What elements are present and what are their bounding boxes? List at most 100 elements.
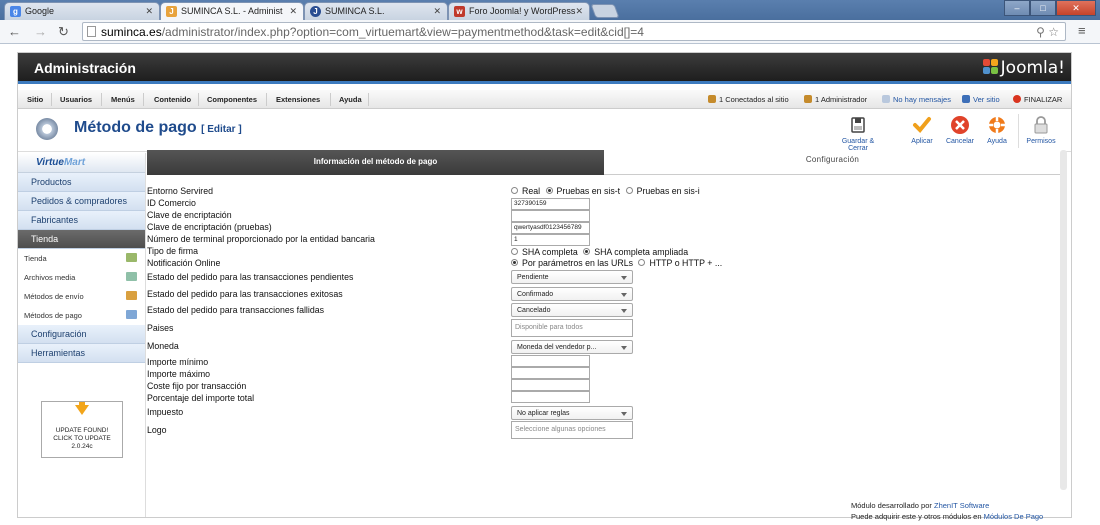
minimize-button[interactable]: –: [1004, 0, 1030, 16]
fallidas-select[interactable]: Cancelado: [511, 303, 633, 317]
help-button[interactable]: Ayuda: [983, 115, 1011, 145]
label-paises: Paises: [147, 323, 174, 333]
page-header: Método de pago [ Editar ] Guardar & Cerr…: [18, 110, 1071, 152]
label-impuesto: Impuesto: [147, 407, 184, 417]
radio-real[interactable]: [511, 187, 518, 194]
page-title: Método de pago [ Editar ]: [74, 119, 242, 136]
label-clave: Clave de encriptación: [147, 210, 232, 220]
menu-extensiones[interactable]: Extensiones: [276, 95, 320, 104]
new-tab-button[interactable]: [590, 4, 620, 18]
sidebar-item-pedidos[interactable]: Pedidos & compradores: [18, 192, 145, 211]
radio-sha-completa[interactable]: [511, 248, 518, 255]
sidebar-subitem-media[interactable]: Archivos media: [18, 268, 145, 287]
importe-min-input[interactable]: [511, 355, 590, 367]
tab-info[interactable]: Información del método de pago: [147, 150, 604, 175]
modulos-de-pago-link[interactable]: Módulos De Pago: [984, 512, 1044, 521]
sidebar-item-fabricantes[interactable]: Fabricantes: [18, 211, 145, 230]
mail-icon: [882, 95, 890, 103]
window-close-button[interactable]: ✕: [1056, 0, 1096, 16]
power-icon: [1013, 95, 1021, 103]
sidebar-subitem-tienda[interactable]: Tienda: [18, 249, 145, 268]
browser-tab-google[interactable]: g Google ✕: [4, 2, 160, 20]
menu-contenido[interactable]: Contenido: [154, 95, 191, 104]
close-tab-icon[interactable]: ✕: [145, 6, 153, 17]
radio-pruebas-sis-t[interactable]: [545, 187, 553, 194]
update-notice[interactable]: UPDATE FOUND! CLICK TO UPDATE 2.0.24c: [41, 401, 123, 458]
joomla-logo-icon: [982, 59, 999, 75]
sidebar-subitem-envio[interactable]: Métodos de envío: [18, 287, 145, 306]
zoom-star-icons[interactable]: ⚲ ☆: [1036, 25, 1059, 39]
terminal-input[interactable]: 1: [511, 234, 590, 246]
save-close-button[interactable]: Guardar & Cerrar: [838, 115, 878, 152]
pendientes-select[interactable]: Pendiente: [511, 270, 633, 284]
close-tab-icon[interactable]: ✕: [289, 6, 297, 17]
logout-link[interactable]: FINALIZAR: [1013, 95, 1062, 104]
paises-multiselect[interactable]: Disponible para todos: [511, 319, 633, 337]
label-terminal: Número de terminal proporcionado por la …: [147, 234, 375, 244]
radio-parametros-url[interactable]: [511, 259, 518, 266]
sidebar-item-herramientas[interactable]: Herramientas: [18, 344, 145, 363]
menu-componentes[interactable]: Componentes: [207, 95, 257, 104]
label-id-comercio: ID Comercio: [147, 198, 196, 208]
importe-max-input[interactable]: [511, 367, 590, 379]
truck-icon: [126, 291, 137, 300]
menu-usuarios[interactable]: Usuarios: [60, 95, 92, 104]
radio-pruebas-sis-i[interactable]: [625, 187, 633, 194]
clave-input[interactable]: [511, 210, 590, 222]
label-notificacion: Notificación Online: [147, 258, 221, 268]
label-firma: Tipo de firma: [147, 246, 199, 256]
menu-icon[interactable]: ≡: [1078, 23, 1086, 38]
impuesto-select[interactable]: No aplicar reglas: [511, 406, 633, 420]
porcentaje-input[interactable]: [511, 391, 590, 403]
moneda-select[interactable]: Moneda del vendedor p...: [511, 340, 633, 354]
menu-sitio[interactable]: Sitio: [27, 95, 43, 104]
label-importe-min: Importe mínimo: [147, 357, 209, 367]
admin-title: Administración: [34, 60, 136, 76]
media-icon: [126, 272, 137, 281]
label-entorno: Entorno Servired: [147, 186, 214, 196]
payment-icon: [126, 310, 137, 319]
sidebar-subitem-pago[interactable]: Métodos de pago: [18, 306, 145, 325]
sidebar-item-configuracion[interactable]: Configuración: [18, 325, 145, 344]
back-arrow-icon[interactable]: ←: [8, 24, 21, 39]
id-comercio-input[interactable]: 327390159: [511, 198, 590, 210]
browser-tabbar: g Google ✕ J SUMINCA S.L. - Administ ✕ J…: [0, 0, 1100, 21]
view-site-link[interactable]: Ver sitio: [962, 95, 1000, 104]
logo-multiselect[interactable]: Seleccione algunas opciones: [511, 421, 633, 439]
menu-ayuda[interactable]: Ayuda: [339, 95, 362, 104]
admin-icon: [804, 95, 812, 103]
zhenit-link[interactable]: ZhenIT Software: [934, 501, 989, 510]
close-tab-icon[interactable]: ✕: [575, 6, 583, 17]
browser-tab-forum[interactable]: w Foro Joomla! y WordPress ✕: [448, 2, 590, 20]
save-icon: [848, 115, 868, 135]
lock-icon: [1031, 115, 1051, 135]
sidebar-item-productos[interactable]: Productos: [18, 173, 145, 192]
apply-button[interactable]: Aplicar: [907, 115, 937, 145]
checkmark-icon: [912, 115, 932, 135]
label-exitosas: Estado del pedido para las transacciones…: [147, 289, 343, 299]
radio-sha-ampliada[interactable]: [583, 248, 591, 255]
maximize-button[interactable]: □: [1030, 0, 1056, 16]
menu-menus[interactable]: Menús: [111, 95, 135, 104]
reload-icon[interactable]: ↻: [58, 24, 69, 40]
exitosas-select[interactable]: Confirmado: [511, 287, 633, 301]
radio-http[interactable]: [638, 259, 646, 266]
google-icon: g: [10, 6, 21, 17]
sidebar-item-tienda[interactable]: Tienda: [18, 230, 145, 249]
cancel-button[interactable]: Cancelar: [943, 115, 977, 145]
store-icon: [126, 253, 137, 262]
form-tabs: Información del método de pago Configura…: [147, 150, 1061, 175]
browser-tab-admin[interactable]: J SUMINCA S.L. - Administ ✕: [160, 2, 304, 21]
browser-tab-site[interactable]: J SUMINCA S.L. ✕: [304, 2, 448, 20]
url-input[interactable]: suminca.es/administrator/index.php?optio…: [82, 22, 1066, 41]
clave-pruebas-input[interactable]: qwertyasdf0123456789: [511, 222, 590, 234]
tab-configuracion[interactable]: Configuración: [604, 150, 1061, 175]
permissions-button[interactable]: Permisos: [1023, 115, 1059, 145]
close-tab-icon[interactable]: ✕: [433, 6, 441, 17]
page-scrollbar[interactable]: [1060, 150, 1067, 490]
forward-arrow-icon[interactable]: →: [34, 24, 47, 39]
messages-link[interactable]: No hay mensajes: [882, 95, 951, 104]
coste-fijo-input[interactable]: [511, 379, 590, 391]
admin-topbar: Administración Joomla!: [18, 53, 1071, 84]
forum-icon: w: [454, 6, 465, 17]
